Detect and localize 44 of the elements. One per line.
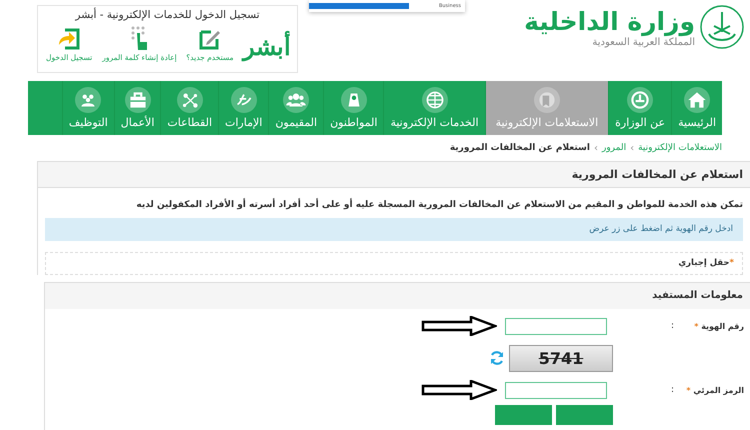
emblem-icon xyxy=(627,87,654,113)
info-notice: ادخل رقم الهوية ثم اضغط على زر عرض xyxy=(45,218,743,241)
nav-tab[interactable]: القطاعات xyxy=(160,81,218,135)
emblem-icon xyxy=(699,4,745,50)
service-description: تمكن هذه الخدمة للمواطن و المقيم من الاستعلام عن المخالفات المرورية المسجلة عليه أو على أحد أفراد أسرته أو الأفراد المكفولين لديه xyxy=(135,197,744,212)
colon-text: : xyxy=(670,321,674,331)
ministry-name: وزارة الداخلية xyxy=(524,6,695,36)
nav-tab[interactable]: الإمارات xyxy=(218,81,268,135)
team-icon xyxy=(75,87,102,113)
input-field[interactable] xyxy=(505,382,607,398)
breadcrumb-separator: › xyxy=(594,142,598,154)
nav-tab[interactable]: الخدمات الإلكترونية xyxy=(383,81,485,135)
abshir-title: تسجيل الدخول للخدمات الإلكترونية - أبشر xyxy=(75,9,260,21)
breadcrumb-link[interactable]: الاستعلامات الإلكترونية xyxy=(638,143,722,153)
globe-bookmark-icon xyxy=(534,87,560,113)
calligraphy-icon xyxy=(230,87,257,113)
nav-tab[interactable]: المقيمون xyxy=(268,81,324,135)
globe-icon xyxy=(422,87,448,113)
nav-tab[interactable]: الأعمال xyxy=(114,81,160,135)
briefcase-icon xyxy=(124,87,151,113)
person-icon xyxy=(340,87,367,113)
nav-tab[interactable]: الاستعلامات الإلكترونية xyxy=(484,81,608,135)
nav-tab[interactable]: الرئيسية xyxy=(671,81,722,135)
breadcrumb-link[interactable]: المرور xyxy=(602,143,626,153)
nav-tab[interactable]: المواطنون xyxy=(323,81,384,135)
country-name: المملكة العربية السعودية xyxy=(592,36,695,48)
input-field[interactable] xyxy=(505,318,607,334)
field-label: الرمز المرئي * xyxy=(685,386,745,394)
nav-tab[interactable]: التوظيف xyxy=(62,81,114,135)
people-icon xyxy=(283,87,310,113)
breadcrumb-current: استعلام عن المخالفات المرورية xyxy=(450,143,590,153)
nav-tab[interactable]: عن الوزارة xyxy=(608,81,672,135)
captcha-image: 5741 xyxy=(509,344,613,372)
abshir-logo: أبشر xyxy=(243,32,291,62)
field-label: رقم الهوية * xyxy=(693,322,745,330)
refresh-icon[interactable] xyxy=(489,350,505,366)
required-note: * حقل إجباري xyxy=(45,252,743,275)
section-title: معلومات المستفيد xyxy=(45,283,750,309)
breadcrumb-separator: › xyxy=(630,142,634,154)
network-icon xyxy=(176,87,203,113)
colon-text: : xyxy=(670,385,674,395)
login-arrow-icon xyxy=(57,27,82,51)
house-icon xyxy=(684,87,710,113)
panel-title: استعلام عن المخالفات المرورية xyxy=(38,162,750,188)
